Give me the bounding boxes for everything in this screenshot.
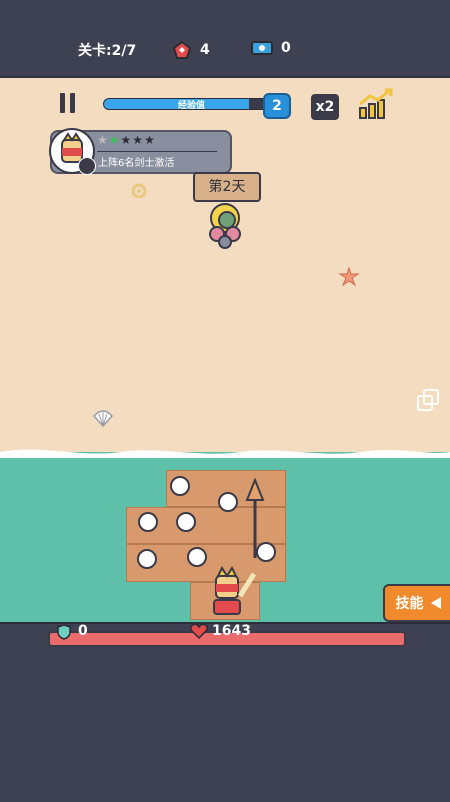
starfish-icon <box>338 267 360 287</box>
enemy-character <box>209 203 241 249</box>
ticket-icon <box>251 41 273 55</box>
cards-icon[interactable] <box>416 388 440 412</box>
shield-value: 0 <box>78 623 88 639</box>
xp-label: 经验值 <box>178 101 206 111</box>
crew-member-hook[interactable] <box>218 492 238 512</box>
pause-button[interactable] <box>60 93 78 113</box>
snail-shell-icon <box>131 183 147 198</box>
beach-top-edge <box>0 76 450 78</box>
stats-chart-icon[interactable] <box>358 88 394 120</box>
hero-unlock-description: 上阵6名剑士激活 <box>98 158 175 169</box>
star-icon: ★ <box>97 133 109 147</box>
skill-button-label: 技能 <box>395 596 424 612</box>
star-icon: ★ <box>120 133 133 147</box>
player-level-badge: 2 <box>263 93 291 119</box>
hero-character[interactable] <box>202 560 256 620</box>
spear-icon <box>245 478 265 558</box>
level-indicator: 关卡:2/7 <box>78 40 136 60</box>
shield-icon <box>57 624 71 640</box>
seashell-icon <box>92 410 114 428</box>
crew-member-sword[interactable] <box>137 549 157 569</box>
hp-value: 1643 <box>212 623 251 639</box>
top-status-bar: 关卡:2/7 4 0 <box>0 0 450 76</box>
crew-member-fisher[interactable] <box>170 476 190 496</box>
star-icon: ★ <box>144 133 156 147</box>
hero-star-rating: ★★★★★ <box>97 133 156 147</box>
view-icon[interactable] <box>78 157 96 175</box>
chevron-left-icon <box>430 597 441 609</box>
gem-counter: 4 <box>172 40 210 60</box>
bottom-panel <box>0 622 450 802</box>
pause-icon <box>70 93 75 113</box>
gem-count: 4 <box>200 42 210 58</box>
crew-member-club[interactable] <box>176 512 196 532</box>
xp-bar-fill <box>104 99 249 109</box>
speed-toggle-button[interactable]: x2 <box>311 94 339 120</box>
ticket-count: 0 <box>281 40 291 56</box>
pause-icon <box>60 93 65 113</box>
star-icon: ★ <box>132 133 145 147</box>
star-icon: ★ <box>108 133 121 147</box>
level-label: 关卡:2/7 <box>78 43 137 59</box>
hero-card-divider <box>97 151 217 152</box>
gem-icon <box>172 40 192 59</box>
crew-member-shield[interactable] <box>138 512 158 532</box>
wave-foam <box>0 449 450 458</box>
heart-icon <box>190 623 208 639</box>
speed-label: x2 <box>315 99 335 115</box>
skill-button[interactable]: 技能 <box>383 584 450 622</box>
ticket-counter: 0 <box>251 40 291 56</box>
